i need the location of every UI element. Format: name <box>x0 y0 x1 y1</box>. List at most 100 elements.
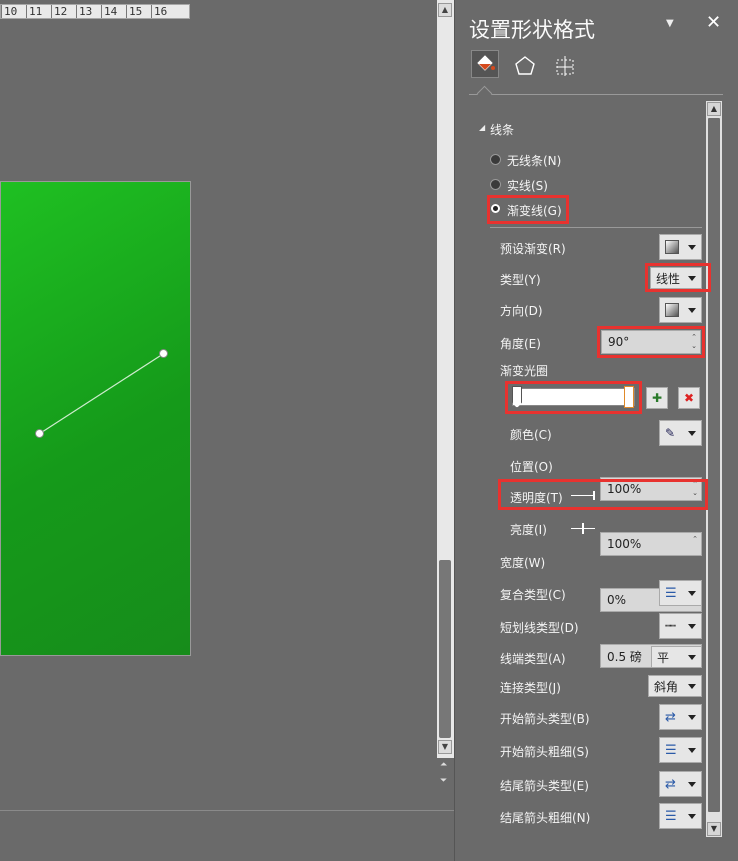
section-title-line[interactable]: 线条 <box>490 121 514 138</box>
gradient-swatch-icon <box>665 240 679 254</box>
size-properties-tab[interactable] <box>551 52 579 80</box>
gradient-direction-icon <box>665 303 679 317</box>
next-page-icon[interactable]: ⏷ <box>440 776 447 786</box>
dash-type-label: 短划线类型(D) <box>500 621 579 635</box>
compound-type-label: 复合类型(C) <box>500 588 566 602</box>
chevron-down-icon <box>688 430 696 436</box>
canvas-scroll-thumb[interactable] <box>439 560 451 738</box>
begin-arrow-type-label: 开始箭头类型(B) <box>500 712 590 726</box>
pane-title: 设置形状格式 <box>469 18 595 42</box>
remove-stop-icon[interactable]: ✖ <box>678 387 700 409</box>
width-label: 宽度(W) <box>500 556 546 570</box>
join-type-label: 连接类型(J) <box>500 681 561 695</box>
preset-gradient-dropdown[interactable] <box>659 234 702 260</box>
separator <box>490 227 702 228</box>
gradient-stops-bar[interactable] <box>512 388 635 406</box>
fill-line-tab[interactable] <box>471 50 499 78</box>
cap-type-dropdown[interactable]: 平 <box>651 646 702 668</box>
color-dropdown[interactable]: ✎ <box>659 420 702 446</box>
line-weight-icon: ☰ <box>665 742 677 758</box>
pentagon-icon <box>515 56 535 75</box>
transparency-label: 透明度(T) <box>510 491 563 505</box>
transparency-slider-thumb[interactable] <box>593 491 595 500</box>
preset-gradient-label: 预设渐变(R) <box>500 242 566 256</box>
direction-dropdown[interactable] <box>659 297 702 323</box>
collapse-arrow-icon[interactable]: ◢ <box>479 123 485 132</box>
compound-type-dropdown[interactable]: ☰ <box>659 580 702 606</box>
end-arrow-type-label: 结尾箭头类型(E) <box>500 779 589 793</box>
radio-solid-line[interactable] <box>490 179 501 190</box>
position-label: 位置(O) <box>510 460 553 474</box>
gradient-stops-label: 渐变光圈 <box>500 364 549 378</box>
dash-lines-icon: ┅┅ <box>665 620 676 632</box>
chevron-down-icon <box>688 623 696 629</box>
line-weight-icon: ☰ <box>665 808 677 824</box>
gradient-stop-end[interactable] <box>624 386 634 408</box>
transparency-slider[interactable] <box>571 495 595 496</box>
type-value: 线性 <box>656 271 681 286</box>
transparency-value: 100% <box>607 537 642 551</box>
prev-page-icon[interactable]: ⏶ <box>440 760 447 770</box>
end-arrow-type-dropdown[interactable]: ⇄ <box>659 771 702 797</box>
scroll-up-arrow-icon[interactable]: ▲ <box>438 3 452 17</box>
line-end-handle[interactable] <box>159 349 168 358</box>
end-arrow-size-label: 结尾箭头粗细(N) <box>500 811 591 825</box>
angle-spinner[interactable]: 90° ⌃ ⌄ <box>601 330 701 354</box>
radio-gradient-line[interactable] <box>491 204 500 213</box>
chevron-down-icon <box>688 813 696 819</box>
tab-divider <box>469 94 723 95</box>
arrows-icon: ⇄ <box>665 776 676 792</box>
join-type-dropdown[interactable]: 斜角 <box>648 675 702 697</box>
gradient-line-connector[interactable] <box>0 0 437 861</box>
size-properties-icon <box>556 56 574 76</box>
join-type-value: 斜角 <box>654 679 679 694</box>
chevron-down-icon <box>688 307 696 313</box>
transparency-spinner[interactable]: 100% ⌃ <box>600 532 702 556</box>
radio-solid-line-label[interactable]: 实线(S) <box>507 177 548 194</box>
cap-type-label: 线端类型(A) <box>500 652 566 666</box>
spin-arrows-icon[interactable]: ⌃⌄ <box>691 333 697 351</box>
effects-tab[interactable] <box>511 52 539 80</box>
scroll-down-arrow-icon[interactable]: ▼ <box>438 740 452 754</box>
line-start-handle[interactable] <box>35 429 44 438</box>
radio-no-line[interactable] <box>490 154 501 165</box>
paint-bucket-icon <box>477 55 495 71</box>
brightness-value: 0% <box>607 593 627 607</box>
pane-scroll-up-icon[interactable]: ▲ <box>707 102 721 116</box>
color-label: 颜色(C) <box>510 428 552 442</box>
brightness-slider-thumb[interactable] <box>582 523 584 534</box>
pane-scroll-thumb[interactable] <box>708 118 720 812</box>
angle-label: 角度(E) <box>500 337 541 351</box>
chevron-down-icon <box>688 747 696 753</box>
type-label: 类型(Y) <box>500 273 541 287</box>
radio-gradient-line-label[interactable]: 渐变线(G) <box>507 202 562 219</box>
begin-arrow-type-dropdown[interactable]: ⇄ <box>659 704 702 730</box>
direction-label: 方向(D) <box>500 304 543 318</box>
type-dropdown[interactable]: 线性 <box>650 267 702 289</box>
angle-value: 90° <box>608 335 630 349</box>
pane-scroll-down-icon[interactable]: ▼ <box>707 822 721 836</box>
chevron-down-icon <box>688 244 696 250</box>
chevron-down-icon <box>688 275 696 281</box>
begin-arrow-size-label: 开始箭头粗细(S) <box>500 745 589 759</box>
pen-color-icon: ✎ <box>665 426 676 440</box>
width-value: 0.5 磅 <box>607 649 642 664</box>
chevron-down-icon <box>688 590 696 596</box>
begin-arrow-size-dropdown[interactable]: ☰ <box>659 737 702 763</box>
cap-type-value: 平 <box>657 650 670 665</box>
canvas-divider <box>0 810 454 811</box>
add-stop-icon[interactable]: ✚ <box>646 387 668 409</box>
chevron-down-icon <box>688 654 696 660</box>
compound-lines-icon: ☰ <box>665 585 677 601</box>
dash-type-dropdown[interactable]: ┅┅ <box>659 613 702 639</box>
end-arrow-size-dropdown[interactable]: ☰ <box>659 803 702 829</box>
chevron-down-icon <box>688 683 696 689</box>
chevron-down-icon <box>688 714 696 720</box>
pane-options-dropdown-icon[interactable]: ▼ <box>666 18 674 29</box>
brightness-label: 亮度(I) <box>510 523 547 537</box>
arrows-icon: ⇄ <box>665 709 676 725</box>
spin-arrows-icon[interactable]: ⌃ <box>692 535 698 544</box>
close-icon[interactable]: ✕ <box>706 12 721 33</box>
chevron-down-icon <box>688 781 696 787</box>
radio-no-line-label[interactable]: 无线条(N) <box>507 152 561 169</box>
